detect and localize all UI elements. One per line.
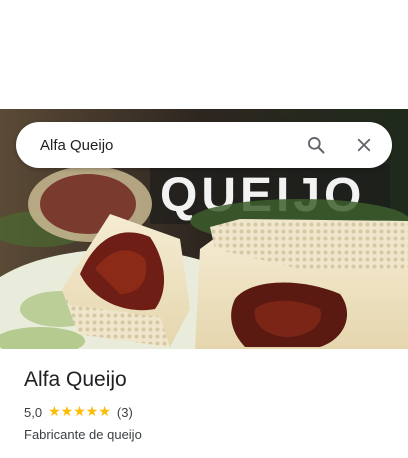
map-blank-area [0, 0, 408, 109]
place-info-panel[interactable]: Alfa Queijo 5,0 ★ ★ ★ ★ ★ (3) Fabricante… [0, 349, 408, 458]
place-category: Fabricante de queijo [24, 427, 142, 442]
rating-row: 5,0 ★ ★ ★ ★ ★ (3) [24, 403, 384, 421]
rating-value: 5,0 [24, 404, 43, 420]
place-name: Alfa Queijo [24, 368, 127, 391]
star-icon: ★ [98, 404, 111, 420]
star-icon: ★ [48, 404, 61, 420]
star-icon: ★ [60, 404, 74, 420]
search-input[interactable]: Alfa Queijo [40, 137, 282, 154]
review-count[interactable]: (3) [117, 405, 133, 420]
star-rating: ★ ★ ★ ★ ★ [48, 405, 111, 419]
star-icon: ★ [85, 404, 99, 420]
search-bar[interactable]: Alfa Queijo [16, 122, 392, 168]
close-icon[interactable] [350, 131, 378, 159]
star-icon: ★ [73, 404, 86, 420]
search-icon[interactable] [302, 131, 330, 159]
